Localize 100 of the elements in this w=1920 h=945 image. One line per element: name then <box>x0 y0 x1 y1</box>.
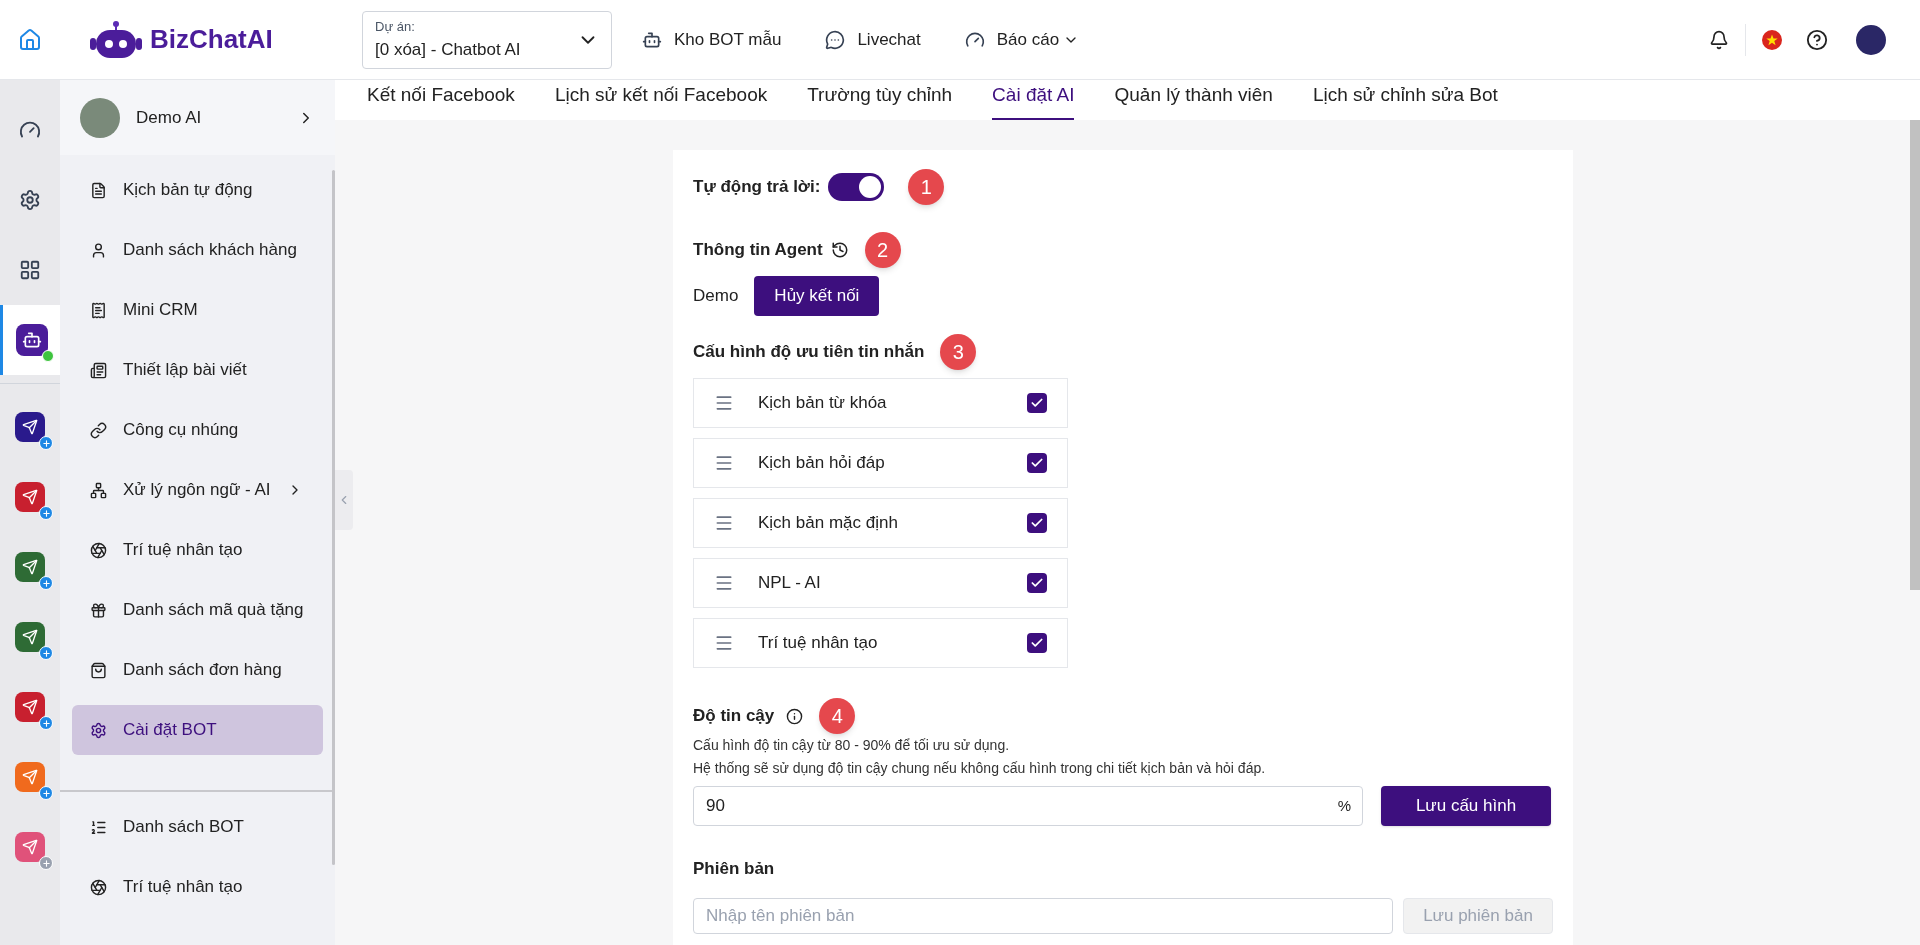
plus-badge[interactable] <box>39 716 53 730</box>
toggle-switch[interactable] <box>828 173 885 201</box>
nav-link[interactable]: Kho BOT mẫu <box>642 26 782 53</box>
collapse-handle[interactable] <box>335 470 353 530</box>
aperture-icon <box>90 541 107 559</box>
app-icon[interactable] <box>15 482 45 512</box>
paper-plane-icon <box>22 419 38 435</box>
field-label: Tự động trả lời: <box>693 176 821 199</box>
nav-link[interactable]: Livechat <box>825 26 921 53</box>
bell-icon[interactable] <box>1709 29 1729 50</box>
tab[interactable]: Trường tùy chỉnh <box>807 80 953 120</box>
avatar-icon[interactable] <box>1856 24 1886 55</box>
settings-icon[interactable] <box>19 189 41 211</box>
sidebar-item[interactable]: Thiết lập bài viết <box>72 345 323 395</box>
history-icon[interactable] <box>830 241 849 259</box>
sidebar-item[interactable]: Công cụ nhúng <box>72 405 323 455</box>
checkbox[interactable] <box>1027 513 1047 533</box>
sidebar-label: Danh sách đơn hàng <box>123 659 282 682</box>
app-icon[interactable] <box>15 412 45 442</box>
sidebar-label: Danh sách mã quà tặng <box>123 599 304 622</box>
aperture-icon <box>90 878 107 896</box>
priority-label: Kịch bản mặc định <box>758 512 898 535</box>
tab[interactable]: Lịch sử chỉnh sửa Bot <box>1312 80 1498 120</box>
project-select[interactable]: Dự án: [0 xóa] - Chatbot AI <box>362 10 612 69</box>
project-value: [0 xóa] - Chatbot AI <box>375 38 521 61</box>
sidebar-label: Thiết lập bài viết <box>123 359 247 382</box>
save-config-button[interactable]: Lưu cấu hình <box>1381 786 1551 826</box>
priority-row[interactable]: Kịch bản mặc định <box>693 498 1068 548</box>
list-icon <box>90 818 107 836</box>
disconnect-button[interactable]: Hủy kết nối <box>754 276 880 316</box>
app-icon[interactable] <box>15 552 45 582</box>
help-icon[interactable] <box>1806 28 1828 51</box>
tab[interactable]: Quản lý thành viên <box>1114 80 1273 120</box>
drag-handle-icon[interactable] <box>714 573 734 593</box>
sidebar-item[interactable]: Trí tuệ nhân tạo <box>72 862 323 912</box>
nav-link[interactable]: Báo cáo <box>964 26 1080 53</box>
plus-badge[interactable] <box>39 646 53 660</box>
sidebar-label: Danh sách khách hàng <box>123 239 297 262</box>
app-icon[interactable] <box>15 622 45 652</box>
home-icon[interactable] <box>18 27 42 52</box>
robot-icon <box>21 330 42 350</box>
sidebar-label: Mini CRM <box>123 299 198 322</box>
profile-row[interactable]: Demo AI <box>60 80 335 155</box>
sidebar-item[interactable]: Xử lý ngôn ngữ - AI <box>72 465 323 515</box>
sidebar-label: Trí tuệ nhân tạo <box>123 876 243 899</box>
checkbox[interactable] <box>1027 573 1047 593</box>
priority-row[interactable]: Kịch bản hỏi đáp <box>693 438 1068 488</box>
sidebar-item[interactable]: Kịch bản tự động <box>72 165 323 215</box>
app-icon[interactable] <box>15 692 45 722</box>
paper-plane-icon <box>22 839 38 855</box>
plus-badge[interactable] <box>39 506 53 520</box>
sidebar-item[interactable]: Danh sách khách hàng <box>72 225 323 275</box>
sidebar-label: Công cụ nhúng <box>123 419 239 442</box>
step-number-badge: 3 <box>940 334 977 370</box>
priority-row[interactable]: Kịch bản từ khóa <box>693 378 1068 428</box>
hint-text: Cấu hình độ tin cậy từ 80 - 90% để tối ưu sử dụng. <box>693 736 1011 755</box>
checkbox[interactable] <box>1027 393 1047 413</box>
nav-label: Livechat <box>857 28 921 51</box>
flag-icon[interactable] <box>1762 29 1782 50</box>
sidebar-item[interactable]: Cài đặt BOT <box>72 705 323 755</box>
link-icon <box>90 421 107 439</box>
drag-handle-icon[interactable] <box>714 513 734 533</box>
drag-handle-icon[interactable] <box>714 453 734 473</box>
nav-label: Báo cáo <box>996 28 1060 51</box>
drag-handle-icon[interactable] <box>714 633 734 653</box>
nav-label: Kho BOT mẫu <box>674 28 782 51</box>
info-icon[interactable] <box>786 707 804 725</box>
checkbox[interactable] <box>1027 633 1047 653</box>
section-title: Phiên bản <box>693 858 776 880</box>
paper-plane-icon <box>22 559 38 575</box>
priority-row[interactable]: Trí tuệ nhân tạo <box>693 618 1068 668</box>
grid-icon[interactable] <box>19 259 41 281</box>
sidebar-label: Kịch bản tự động <box>123 179 253 202</box>
plus-badge[interactable] <box>39 436 53 450</box>
plus-badge[interactable] <box>39 576 53 590</box>
drag-handle-icon[interactable] <box>714 393 734 413</box>
checkbox[interactable] <box>1027 453 1047 473</box>
sidebar-item[interactable]: Danh sách đơn hàng <box>72 645 323 695</box>
version-name-input[interactable]: Nhập tên phiên bản <box>693 897 1393 934</box>
check-icon <box>1030 636 1044 650</box>
tab[interactable]: Cài đặt AI <box>992 80 1075 120</box>
priority-row[interactable]: NPL - AI <box>693 558 1068 608</box>
app-icon[interactable] <box>15 324 48 356</box>
sidebar-item[interactable]: Danh sách BOT <box>72 802 323 852</box>
priority-label: Kịch bản từ khóa <box>758 392 887 415</box>
chat-bubble-icon <box>825 29 846 50</box>
sidebar-item[interactable]: Trí tuệ nhân tạo <box>72 525 323 575</box>
tab[interactable]: Lịch sử kết nối Facebook <box>554 80 768 120</box>
step-number-badge: 4 <box>819 698 856 734</box>
tab[interactable]: Kết nối Facebook <box>367 80 515 120</box>
step-number-badge: 1 <box>908 169 945 205</box>
sidebar-item[interactable]: Danh sách mã quà tặng <box>72 585 323 635</box>
priority-label: Trí tuệ nhân tạo <box>758 632 878 655</box>
document-icon <box>90 181 107 199</box>
paper-plane-icon <box>22 629 38 645</box>
sidebar-item[interactable]: Mini CRM <box>72 285 323 335</box>
logo-icon <box>90 19 142 60</box>
sidebar-label: Trí tuệ nhân tạo <box>123 539 243 562</box>
network-icon <box>90 481 107 499</box>
hint-text: Hệ thống sẽ sử dụng độ tin cậy chung nếu không cấu hình trong chi tiết kịch bản và hỏi đáp. <box>693 759 1267 778</box>
